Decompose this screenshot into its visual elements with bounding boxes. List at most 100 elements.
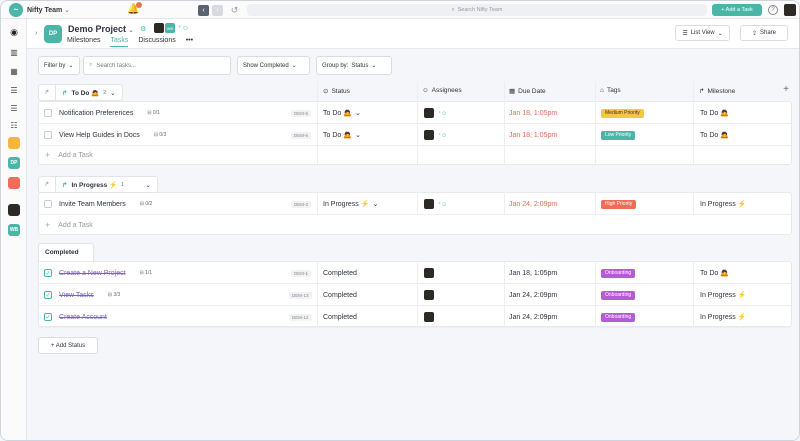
assignee-avatar[interactable]	[424, 312, 434, 322]
column-tags[interactable]: ⌂ Tags	[600, 87, 621, 94]
task-name[interactable]: Invite Team Members	[59, 201, 126, 208]
add-assignee-icon[interactable]: ⁺☺	[438, 110, 447, 117]
tab-tasks[interactable]: Tasks	[110, 37, 129, 47]
member-avatar[interactable]	[154, 23, 164, 33]
rail-member-avatar[interactable]	[8, 204, 20, 216]
tag-onboarding[interactable]: Onboarding	[601, 268, 636, 278]
assignee-cell[interactable]: ⁺☺	[424, 124, 447, 146]
global-search[interactable]: ⌕ Search Nifty Team	[247, 4, 707, 16]
project-settings-icon[interactable]: ⚙	[140, 25, 146, 33]
assignee-cell[interactable]	[424, 262, 434, 284]
completed-group-title[interactable]: Completed	[38, 243, 94, 261]
milestone-cell[interactable]: To Do 🙇	[700, 262, 729, 284]
rail-project-1[interactable]	[8, 137, 20, 149]
assignee-avatar[interactable]	[424, 108, 434, 118]
status-cell[interactable]: Completed	[323, 306, 357, 328]
add-task-button[interactable]: + Add a Task	[712, 4, 762, 16]
table-row[interactable]: ✓ Create a New Project ⊟ 1/1 DEM-1 Comple…	[39, 262, 791, 284]
tag-cell[interactable]: Low Priority	[601, 124, 636, 146]
show-completed-button[interactable]: Show Completed ⌄	[237, 56, 310, 75]
nifty-logo-icon[interactable]: ~	[9, 2, 23, 17]
project-title[interactable]: Demo Project ⌄	[68, 24, 134, 34]
tag-medium-priority[interactable]: Medium Priority	[601, 108, 644, 118]
assignee-cell[interactable]	[424, 284, 434, 306]
tag-cell[interactable]: Onboarding	[601, 262, 636, 284]
forward-icon[interactable]: ›	[212, 5, 223, 16]
due-date-cell[interactable]: Jan 24, 2:09pm	[509, 306, 557, 328]
table-row[interactable]: Notification Preferences ⊟ 0/1 DEM-5 To D…	[39, 102, 791, 124]
add-task-row[interactable]: + Add a Task	[39, 145, 791, 165]
task-checkbox[interactable]	[44, 193, 52, 215]
calendar-icon[interactable]: ▦	[9, 66, 19, 76]
tag-cell[interactable]: Onboarding	[601, 284, 636, 306]
task-name-cell[interactable]: Notification Preferences ⊟ 0/1	[59, 102, 160, 124]
list-icon[interactable]: ☰	[9, 85, 19, 95]
column-status[interactable]: ⊙ Status	[323, 87, 350, 96]
add-assignee-icon[interactable]: ⁺☺	[438, 201, 447, 208]
checkbox[interactable]	[44, 131, 52, 139]
table-row[interactable]: ✓ View Tasks ⊟ 3/3 DEM-13 Completed Jan 2…	[39, 284, 791, 306]
view-switcher[interactable]: ☰ List View ⌄	[675, 25, 730, 41]
tag-onboarding[interactable]: Onboarding	[601, 312, 636, 322]
checkbox-checked[interactable]: ✓	[44, 313, 52, 321]
rail-project-3[interactable]	[8, 177, 20, 189]
status-dropdown[interactable]: In Progress ⚡ ⌄	[323, 193, 378, 215]
todo-group-title[interactable]: ↱ To Do 🙇 2 ⌄	[56, 84, 123, 101]
inprogress-group-title[interactable]: ↱ In Progress ⚡ 1 ⌄	[56, 176, 158, 193]
assignee-avatar[interactable]	[424, 268, 434, 278]
checkbox[interactable]	[44, 109, 52, 117]
back-icon[interactable]: ‹	[198, 5, 209, 16]
checkbox[interactable]	[44, 200, 52, 208]
milestone-cell[interactable]: To Do 🙇	[700, 124, 729, 146]
column-milestone[interactable]: ↱ Milestone	[699, 87, 735, 96]
table-row[interactable]: View Help Guides in Docs ⊟ 0/3 DEM-6 To D…	[39, 124, 791, 146]
due-date-cell[interactable]: Jan 24, 2:09pm	[509, 284, 557, 306]
task-name-cell[interactable]: View Help Guides in Docs ⊟ 0/3	[59, 124, 166, 146]
due-date-cell[interactable]: Jan 24, 2:09pm	[509, 193, 557, 215]
add-member-icon[interactable]: ⁺☺	[178, 24, 189, 32]
tag-cell[interactable]: Medium Priority	[601, 102, 644, 124]
column-assignees[interactable]: ☺ Assignees	[422, 87, 462, 94]
status-dropdown[interactable]: To Do 🙇 ⌄	[323, 124, 361, 146]
tag-cell[interactable]: Onboarding	[601, 306, 636, 328]
notifications-icon[interactable]: 🔔	[127, 2, 143, 15]
rail-project-dp[interactable]: DP	[8, 157, 20, 169]
milestone-cell[interactable]: In Progress ⚡	[700, 306, 746, 328]
table-row[interactable]: Invite Team Members ⊟ 0/2 DEM-3 In Progre…	[39, 193, 791, 215]
task-name[interactable]: Notification Preferences	[59, 110, 133, 117]
tag-onboarding[interactable]: Onboarding	[601, 290, 636, 300]
filter-by-button[interactable]: Filter by ⌄	[38, 56, 80, 75]
table-row[interactable]: ✓ Create Account DEM-12 Completed Jan 24…	[39, 306, 791, 328]
task-search[interactable]: ⌕	[83, 56, 231, 75]
assignee-avatar[interactable]	[424, 199, 434, 209]
task-checkbox[interactable]	[44, 102, 52, 124]
tag-low-priority[interactable]: Low Priority	[601, 130, 636, 140]
tag-high-priority[interactable]: High Priority	[601, 199, 637, 209]
add-column-icon[interactable]: +	[779, 82, 793, 96]
assignee-cell[interactable]: ⁺☺	[424, 102, 447, 124]
assignee-avatar[interactable]	[424, 130, 434, 140]
tab-discussions[interactable]: Discussions	[138, 37, 175, 47]
task-name[interactable]: Create Account	[59, 314, 107, 321]
assignee-cell[interactable]: ⁺☺	[424, 193, 447, 215]
task-name[interactable]: View Help Guides in Docs	[59, 132, 140, 139]
task-name-cell[interactable]: View Tasks ⊟ 3/3	[59, 284, 120, 306]
milestone-cell[interactable]: To Do 🙇	[700, 102, 729, 124]
docs-icon[interactable]: ☷	[9, 120, 19, 130]
milestone-cell[interactable]: In Progress ⚡	[700, 284, 746, 306]
tasks-list-icon[interactable]: ☰	[9, 103, 19, 113]
group-by-button[interactable]: Group by: Status ⌄	[316, 56, 392, 75]
milestone-cell[interactable]: In Progress ⚡	[700, 193, 746, 215]
due-date-cell[interactable]: Jan 18, 1:05pm	[509, 262, 557, 284]
task-name-cell[interactable]: Invite Team Members ⊟ 0/2	[59, 193, 152, 215]
help-icon[interactable]: ?	[768, 5, 778, 15]
tag-cell[interactable]: High Priority	[601, 193, 637, 215]
status-cell[interactable]: Completed	[323, 262, 357, 284]
share-button[interactable]: ⇪ Share	[740, 25, 788, 41]
add-status-button[interactable]: + Add Status	[38, 337, 98, 354]
column-due-date[interactable]: ▦ Due Date	[509, 87, 546, 96]
add-assignee-icon[interactable]: ⁺☺	[438, 132, 447, 139]
task-name[interactable]: View Tasks	[59, 292, 94, 299]
status-dropdown[interactable]: To Do 🙇 ⌄	[323, 102, 361, 124]
assignee-cell[interactable]	[424, 306, 434, 328]
